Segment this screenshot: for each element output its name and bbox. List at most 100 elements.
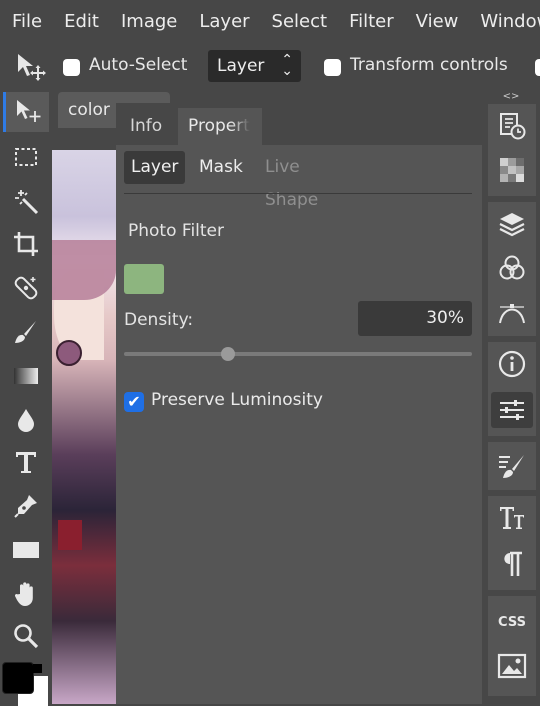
tool-pen[interactable] <box>6 486 46 526</box>
options-bar: Auto-Select Layer ⌃ ⌄ Transform controls <box>0 42 540 90</box>
tool-hand[interactable] <box>6 574 46 614</box>
dock-layers[interactable] <box>494 206 530 242</box>
density-label: Density: <box>124 310 194 330</box>
chevron-updown-icon: ⌃ ⌄ <box>281 52 293 79</box>
preserve-luminosity-label: Preserve Luminosity <box>151 390 323 410</box>
dock-group-6: CSS <box>488 596 536 696</box>
dock-paths[interactable] <box>494 294 530 330</box>
dock-character[interactable] <box>494 500 530 536</box>
healing-brush-icon <box>14 276 38 300</box>
text-icon <box>16 452 36 473</box>
brush-icon <box>15 321 36 343</box>
tool-zoom[interactable] <box>6 616 46 656</box>
artwork-eye <box>56 340 82 366</box>
subtab-layer[interactable]: Layer <box>124 151 186 184</box>
tool-marquee[interactable] <box>6 137 46 177</box>
dock-image[interactable] <box>494 648 530 684</box>
zoom-icon <box>14 624 39 649</box>
info-icon <box>498 350 526 378</box>
tool-gradient[interactable] <box>6 356 46 396</box>
dock-paragraph[interactable] <box>494 546 530 582</box>
divider <box>124 193 472 194</box>
default-colors-icon[interactable] <box>33 664 42 673</box>
tool-rectangle[interactable] <box>6 530 46 570</box>
dock-css[interactable]: CSS <box>494 604 530 640</box>
tab-info[interactable]: Info <box>122 108 178 145</box>
color-swatches[interactable] <box>2 662 50 706</box>
crop-icon <box>14 232 38 256</box>
preserve-luminosity-checkbox[interactable]: ✔ <box>124 392 144 412</box>
artwork-bow <box>58 520 82 550</box>
magic-wand-icon <box>15 190 39 215</box>
auto-select-target-dropdown[interactable]: Layer ⌃ ⌄ <box>208 50 301 82</box>
dock-group-2 <box>488 202 536 336</box>
extra-checkbox[interactable] <box>535 59 540 76</box>
dropdown-value: Layer <box>217 56 265 76</box>
canvas-image[interactable] <box>52 150 116 704</box>
menu-window[interactable]: Window <box>469 11 540 32</box>
tab-properties[interactable]: Propert <box>178 108 262 145</box>
tool-crop[interactable] <box>6 224 46 264</box>
character-icon <box>500 507 524 529</box>
transform-controls-checkbox[interactable] <box>324 59 341 76</box>
auto-select-checkbox[interactable] <box>63 59 80 76</box>
dock-history[interactable] <box>494 108 530 144</box>
dock-channels[interactable] <box>494 250 530 286</box>
channels-icon <box>499 255 525 280</box>
css-icon: CSS <box>498 614 526 630</box>
density-input[interactable]: 30% <box>358 301 472 336</box>
filter-color-swatch[interactable] <box>124 264 164 294</box>
adjustment-title: Photo Filter <box>128 221 224 241</box>
menu-edit[interactable]: Edit <box>53 11 110 32</box>
paths-curve-icon <box>499 304 525 324</box>
panel-tabs: Info Propert <box>116 103 482 145</box>
menu-image[interactable]: Image <box>110 11 188 32</box>
auto-select-label: Auto-Select <box>89 55 188 75</box>
brush-settings-icon <box>499 455 524 478</box>
density-slider-track[interactable] <box>124 352 472 356</box>
history-icon <box>500 113 526 140</box>
marquee-icon <box>15 148 37 166</box>
foreground-color-swatch[interactable] <box>2 662 34 694</box>
properties-panel: Info Propert Layer Mask Live Shape Photo… <box>116 103 482 704</box>
menubar: File Edit Image Layer Select Filter View… <box>0 0 540 42</box>
document-tab-title: color <box>68 100 110 120</box>
dock-swatches[interactable] <box>494 152 530 188</box>
tools-panel <box>0 90 52 706</box>
dock-group-3 <box>488 342 536 436</box>
swatches-grid-icon <box>500 158 524 182</box>
adjustments-sliders-icon <box>500 400 524 420</box>
panel-dock: <> CSS <box>482 90 540 704</box>
collapse-toggle-icon[interactable]: <> <box>482 90 540 104</box>
tool-text[interactable] <box>6 442 46 482</box>
tab-info-label: Info <box>130 116 163 136</box>
subtab-mask[interactable]: Mask <box>192 151 250 184</box>
tool-brush[interactable] <box>6 312 46 352</box>
menu-view[interactable]: View <box>405 11 470 32</box>
menu-filter[interactable]: Filter <box>338 11 405 32</box>
subtab-live-shape: Live Shape <box>265 157 319 210</box>
density-slider-thumb[interactable] <box>221 347 236 361</box>
transform-controls-label: Transform controls <box>350 55 508 75</box>
dock-info[interactable] <box>494 346 530 382</box>
artwork-hair <box>52 240 116 300</box>
move-tool-icon <box>14 51 46 81</box>
tool-blur[interactable] <box>6 400 46 440</box>
dock-group-5 <box>488 496 536 590</box>
gradient-icon <box>14 368 38 384</box>
blur-drop-icon <box>18 409 34 432</box>
tool-move[interactable] <box>3 92 49 132</box>
dock-group-1 <box>488 104 536 196</box>
menu-select[interactable]: Select <box>261 11 339 32</box>
tool-healing[interactable] <box>6 268 46 308</box>
hand-icon <box>14 582 33 606</box>
menu-file[interactable]: File <box>0 11 53 32</box>
move-icon <box>16 100 40 122</box>
menu-layer[interactable]: Layer <box>188 11 260 32</box>
image-icon <box>497 653 527 679</box>
density-value: 30% <box>426 308 464 328</box>
tool-magic-wand[interactable] <box>6 182 46 222</box>
pen-icon <box>14 495 37 518</box>
dock-adjustments[interactable] <box>491 392 533 428</box>
dock-brush[interactable] <box>494 448 530 484</box>
